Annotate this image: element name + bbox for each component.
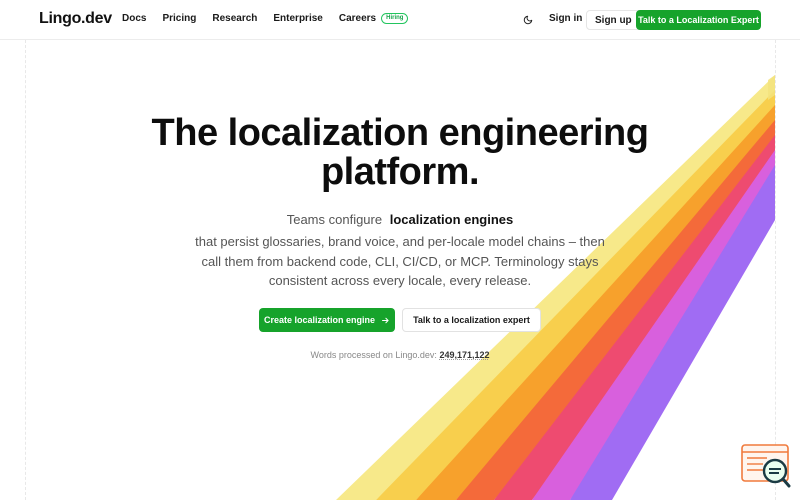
sign-in-link[interactable]: Sign in [549,13,582,24]
nav-docs[interactable]: Docs [122,13,146,24]
hero-subtitle-prefix: Teams configure [286,212,383,227]
site-header: Lingo.dev Docs Pricing Research Enterpri… [0,0,800,40]
main-nav: Docs Pricing Research Enterprise Careers… [122,13,424,24]
talk-to-expert-header-button[interactable]: Talk to a Localization Expert [636,10,761,30]
talk-to-expert-button[interactable]: Talk to a localization expert [402,308,541,332]
sign-up-button[interactable]: Sign up [586,10,641,30]
hero-subtitle-bold: localization engines [389,212,514,227]
hero-title-line-1: The localization engineering [151,112,649,154]
arrow-right-icon [382,317,389,323]
hero-description: that persist glossaries, brand voice, an… [195,234,605,288]
create-engine-label: Create localization engine [263,315,376,325]
hiring-badge: Hiring [381,13,409,24]
hero-subtitle: Teams configure localization engines [100,212,700,227]
words-processed-label: Words processed on Lingo.dev: [310,350,437,360]
nav-pricing[interactable]: Pricing [162,13,196,24]
nav-research[interactable]: Research [212,13,257,24]
nav-careers[interactable]: Careers Hiring [339,13,409,24]
hero-title-line-2: platform. [320,151,480,193]
nav-careers-label: Careers [338,13,377,24]
moon-icon [523,15,532,24]
nav-enterprise[interactable]: Enterprise [273,13,322,24]
theme-toggle-button[interactable] [521,13,534,26]
create-engine-button[interactable]: Create localization engine [259,308,395,332]
hero-title: The localization engineering platform. [100,114,700,192]
chat-search-icon [741,444,791,488]
words-processed: Words processed on Lingo.dev: 249,171,12… [200,350,600,360]
chat-widget-button[interactable] [741,444,791,490]
words-processed-count: 249,171,122 [439,350,490,360]
logo[interactable]: Lingo.dev [39,10,112,28]
